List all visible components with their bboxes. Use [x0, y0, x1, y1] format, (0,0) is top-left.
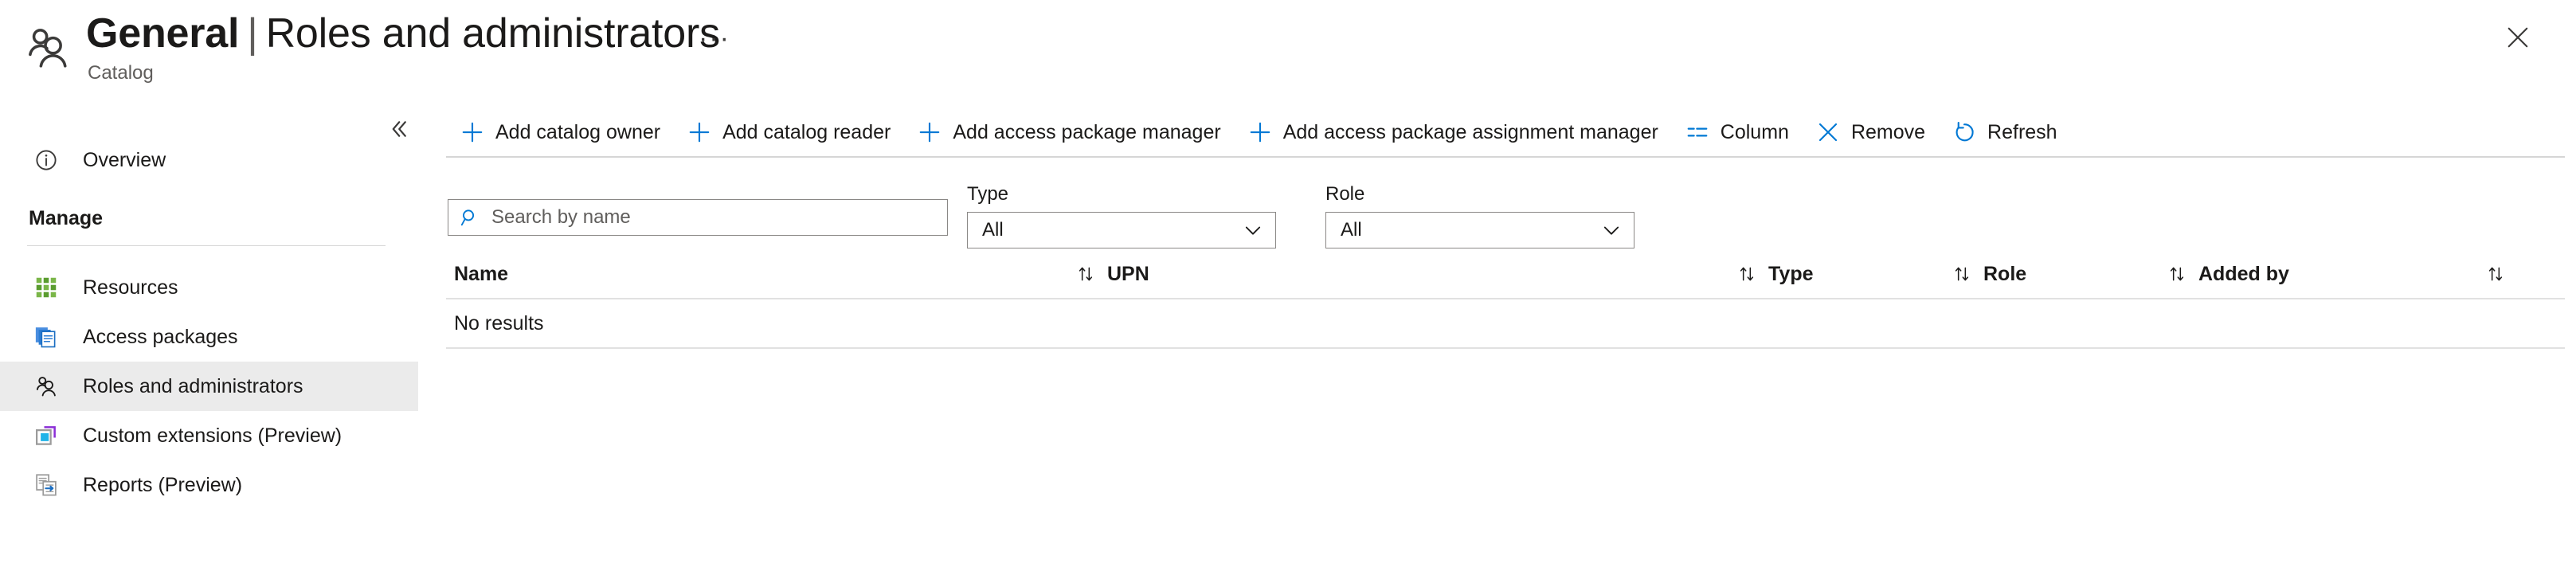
- role-filter-select[interactable]: All: [1325, 212, 1634, 248]
- sidebar-item-reports[interactable]: Reports (Preview): [0, 460, 418, 510]
- column-header-role[interactable]: Role: [1983, 263, 2198, 286]
- column-header-upn[interactable]: UPN: [1107, 263, 1768, 286]
- command-toolbar: Add catalog owner Add catalog reader Add…: [446, 110, 2070, 155]
- close-icon: [1815, 119, 1842, 146]
- page-title-primary: General: [86, 10, 239, 57]
- page-subtitle: Catalog: [88, 62, 154, 84]
- filter-bar: Type All Role All: [421, 169, 2576, 241]
- plus-icon: [916, 119, 943, 146]
- blade-header: General|Roles and administrators ··· Cat…: [0, 0, 2576, 94]
- table-header-row: Name UPN Type: [446, 250, 2565, 299]
- plus-icon: [1247, 119, 1274, 146]
- sidebar-item-label: Overview: [83, 149, 166, 172]
- roles-table: Name UPN Type: [446, 250, 2565, 349]
- column-header-added-by[interactable]: Added by: [2198, 263, 2517, 286]
- sidebar-section-manage: Manage: [29, 207, 387, 230]
- type-filter-value: All: [982, 219, 1004, 241]
- sidebar-item-label: Roles and administrators: [83, 375, 303, 398]
- sort-icon: [1075, 264, 1096, 284]
- page-title-separator: |: [239, 10, 265, 57]
- search-icon: [460, 207, 480, 228]
- column-header-label: Added by: [2198, 263, 2289, 286]
- sidebar-item-label: Reports (Preview): [83, 474, 242, 497]
- toolbar-button-label: Remove: [1851, 121, 1925, 144]
- toolbar-button-label: Refresh: [1987, 121, 2057, 144]
- column-header-name[interactable]: Name: [446, 263, 1107, 286]
- column-header-label: Role: [1983, 263, 2026, 286]
- no-results-message: No results: [446, 312, 544, 335]
- sidebar: Overview Manage Resources: [0, 94, 421, 583]
- sort-icon: [2485, 264, 2506, 284]
- chevron-down-icon: [1600, 219, 1623, 241]
- add-catalog-owner-button[interactable]: Add catalog owner: [446, 110, 673, 155]
- grid-icon: [29, 276, 64, 299]
- sort-icon: [1952, 264, 1972, 284]
- toolbar-button-label: Add catalog owner: [495, 121, 660, 144]
- column-header-label: Name: [454, 263, 508, 286]
- sort-icon: [1736, 264, 1757, 284]
- sort-icon: [2167, 264, 2187, 284]
- sidebar-item-label: Access packages: [83, 326, 238, 349]
- sidebar-item-custom-extensions[interactable]: Custom extensions (Preview): [0, 411, 418, 460]
- column-icon: [1684, 119, 1711, 146]
- type-filter: Type All: [967, 183, 1276, 248]
- content-area: Add catalog owner Add catalog reader Add…: [421, 94, 2576, 583]
- column-header-type[interactable]: Type: [1768, 263, 1983, 286]
- add-catalog-reader-button[interactable]: Add catalog reader: [673, 110, 903, 155]
- plus-icon: [459, 119, 486, 146]
- column-header-label: UPN: [1107, 263, 1149, 286]
- role-filter: Role All: [1325, 183, 1634, 248]
- remove-button[interactable]: Remove: [1802, 110, 1938, 155]
- sidebar-item-label: Custom extensions (Preview): [83, 425, 342, 448]
- type-filter-label: Type: [967, 183, 1276, 205]
- role-filter-value: All: [1341, 219, 1362, 241]
- column-header-label: Type: [1768, 263, 1814, 286]
- people-icon: [29, 374, 64, 398]
- type-filter-select[interactable]: All: [967, 212, 1276, 248]
- documents-icon: [29, 325, 64, 349]
- add-access-package-assignment-manager-button[interactable]: Add access package assignment manager: [1234, 110, 1671, 155]
- people-icon: [21, 21, 75, 75]
- toolbar-button-label: Column: [1721, 121, 1789, 144]
- refresh-icon: [1951, 119, 1978, 146]
- column-button[interactable]: Column: [1671, 110, 1802, 155]
- report-icon: [29, 473, 64, 497]
- search-box[interactable]: [448, 199, 948, 236]
- page-title: General|Roles and administrators: [86, 10, 720, 57]
- info-circle-icon: [29, 148, 64, 172]
- extension-icon: [29, 424, 64, 448]
- toolbar-button-label: Add catalog reader: [722, 121, 891, 144]
- refresh-button[interactable]: Refresh: [1938, 110, 2070, 155]
- close-button[interactable]: [2496, 16, 2539, 59]
- sidebar-item-access-packages[interactable]: Access packages: [0, 312, 418, 362]
- page-title-secondary: Roles and administrators: [266, 10, 720, 57]
- sidebar-item-overview[interactable]: Overview: [0, 135, 418, 185]
- sidebar-item-roles-and-administrators[interactable]: Roles and administrators: [0, 362, 418, 411]
- plus-icon: [686, 119, 713, 146]
- toolbar-divider: [446, 156, 2565, 158]
- sidebar-divider: [27, 245, 386, 246]
- sidebar-item-resources[interactable]: Resources: [0, 263, 418, 312]
- role-filter-label: Role: [1325, 183, 1634, 205]
- more-options-button[interactable]: ···: [693, 22, 736, 54]
- toolbar-button-label: Add access package assignment manager: [1283, 121, 1658, 144]
- toolbar-button-label: Add access package manager: [953, 121, 1220, 144]
- chevron-down-icon: [1242, 219, 1264, 241]
- search-input[interactable]: [490, 205, 920, 229]
- table-empty-row: No results: [446, 299, 2565, 349]
- sidebar-item-label: Resources: [83, 276, 178, 299]
- add-access-package-manager-button[interactable]: Add access package manager: [903, 110, 1233, 155]
